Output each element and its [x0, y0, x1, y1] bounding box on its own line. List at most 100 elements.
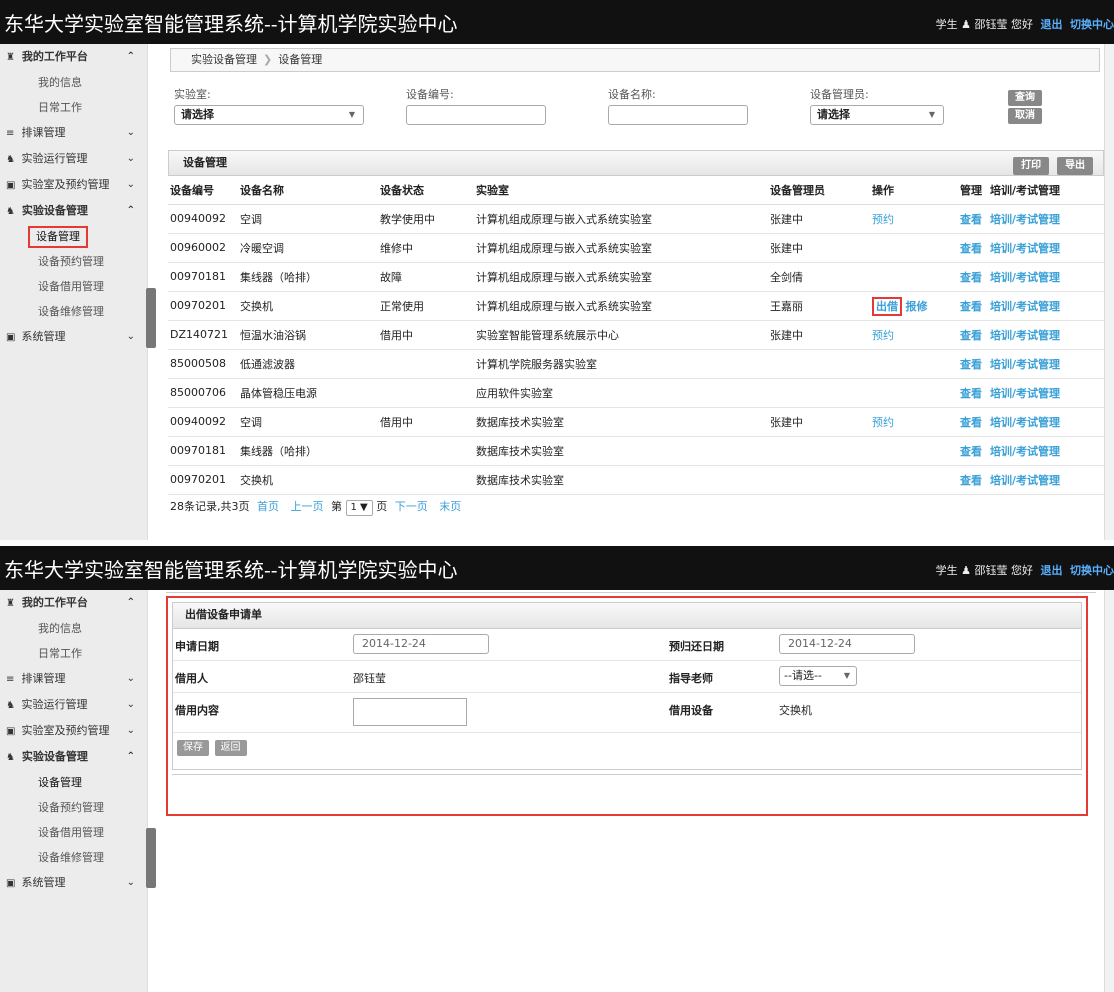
cell-manage: 查看 — [958, 465, 988, 495]
breadcrumb-item[interactable]: 实验设备管理 — [191, 53, 257, 66]
back-button[interactable]: 返回 — [214, 740, 247, 756]
query-button[interactable]: 查询 — [1008, 90, 1042, 106]
view-link[interactable]: 查看 — [960, 329, 982, 342]
code-input[interactable] — [406, 105, 546, 125]
content-textarea[interactable] — [353, 698, 467, 726]
cell-operation: 预约 — [870, 407, 958, 437]
training-link[interactable]: 培训/考试管理 — [990, 242, 1060, 255]
view-link[interactable]: 查看 — [960, 358, 982, 371]
sidebar-item-equipment-repair[interactable]: 设备维修管理 — [0, 299, 147, 324]
sidebar-collapse-handle[interactable] — [146, 828, 156, 888]
cell-admin — [768, 349, 870, 379]
sidebar-system[interactable]: ▣ 系统管理 ⌄ — [0, 870, 147, 896]
borrower-value: 邵钰莹 — [353, 672, 386, 685]
table-row: 00940092 空调 教学使用中 计算机组成原理与嵌入式系统实验室 张建中 预约 查看 培训… — [168, 204, 1104, 234]
sidebar-lab-booking[interactable]: ▣ 实验室及预约管理 ⌄ — [0, 718, 147, 744]
logout-link[interactable]: 退出 — [1041, 564, 1063, 577]
scrollbar[interactable] — [1104, 44, 1114, 540]
sidebar-schedule[interactable]: ≡ 排课管理 ⌄ — [0, 120, 147, 146]
last-page-link[interactable]: 末页 — [439, 500, 461, 513]
training-link[interactable]: 培训/考试管理 — [990, 358, 1060, 371]
borrow-form: 出借设备申请单 申请日期 2014-12-24 预归还日期 2014-12-24… — [172, 602, 1082, 770]
switch-center-link[interactable]: 切换中心 — [1070, 18, 1114, 31]
lend-link[interactable]: 出借 — [872, 296, 902, 316]
sidebar-schedule[interactable]: ≡ 排课管理 ⌄ — [0, 666, 147, 692]
save-button[interactable]: 保存 — [177, 740, 209, 756]
teacher-select[interactable]: --请选-- ▼ — [779, 666, 857, 686]
sidebar-item-my-info[interactable]: 我的信息 — [0, 616, 147, 641]
sidebar-workbench[interactable]: ♜ 我的工作平台 ⌃ — [0, 44, 147, 70]
view-link[interactable]: 查看 — [960, 387, 982, 400]
view-link[interactable]: 查看 — [960, 474, 982, 487]
sidebar-item-equipment-manage[interactable]: 设备管理 — [0, 770, 147, 795]
sidebar-equipment[interactable]: ♞ 实验设备管理 ⌃ — [0, 744, 147, 770]
equipment-icon: ♞ — [6, 206, 15, 217]
sidebar-workbench[interactable]: ♜ 我的工作平台 ⌃ — [0, 590, 147, 616]
training-link[interactable]: 培训/考试管理 — [990, 300, 1060, 313]
prev-page-link[interactable]: 上一页 — [291, 500, 324, 513]
logout-link[interactable]: 退出 — [1041, 18, 1063, 31]
view-link[interactable]: 查看 — [960, 300, 982, 313]
chevron-down-icon: ⌄ — [126, 331, 135, 342]
repair-link[interactable]: 报修 — [906, 300, 928, 313]
page-select[interactable]: 1 ▼ — [345, 499, 373, 516]
reserve-link[interactable]: 预约 — [872, 329, 894, 342]
sidebar-item-my-info[interactable]: 我的信息 — [0, 70, 147, 95]
training-link[interactable]: 培训/考试管理 — [990, 271, 1060, 284]
breadcrumb: 实验设备管理 ❯ 设备管理 — [170, 48, 1100, 72]
cell-code: 00970181 — [168, 436, 238, 466]
sidebar-lab-run[interactable]: ♞ 实验运行管理 ⌄ — [0, 146, 147, 172]
return-date-input[interactable]: 2014-12-24 — [779, 634, 915, 654]
cell-name: 空调 — [238, 407, 378, 437]
cell-lab: 数据库技术实验室 — [474, 407, 768, 437]
cancel-button[interactable]: 取消 — [1008, 108, 1042, 124]
admin-select[interactable]: 请选择 ▼ — [810, 105, 944, 125]
training-link[interactable]: 培训/考试管理 — [990, 474, 1060, 487]
next-page-link[interactable]: 下一页 — [395, 500, 428, 513]
sidebar-item-daily-work[interactable]: 日常工作 — [0, 641, 147, 666]
training-link[interactable]: 培训/考试管理 — [990, 329, 1060, 342]
view-link[interactable]: 查看 — [960, 271, 982, 284]
view-link[interactable]: 查看 — [960, 242, 982, 255]
sidebar-item-equipment-borrow[interactable]: 设备借用管理 — [0, 274, 147, 299]
cell-manage: 查看 — [958, 349, 988, 379]
view-link[interactable]: 查看 — [960, 416, 982, 429]
col-admin: 设备管理员 — [768, 176, 870, 205]
sidebar-item-equipment-repair[interactable]: 设备维修管理 — [0, 845, 147, 870]
sidebar-system[interactable]: ▣ 系统管理 ⌄ — [0, 324, 147, 350]
training-link[interactable]: 培训/考试管理 — [990, 213, 1060, 226]
sidebar-item-equipment-booking[interactable]: 设备预约管理 — [0, 795, 147, 820]
sidebar-equipment[interactable]: ♞ 实验设备管理 ⌃ — [0, 198, 147, 224]
table-row: 00940092 空调 借用中 数据库技术实验室 张建中 预约 查看 培训/考试管理 — [168, 407, 1104, 437]
cell-manage: 查看 — [958, 320, 988, 350]
cell-code: 00970181 — [168, 262, 238, 292]
training-link[interactable]: 培训/考试管理 — [990, 445, 1060, 458]
scrollbar[interactable] — [1104, 590, 1114, 992]
print-button[interactable]: 打印 — [1013, 157, 1050, 175]
sidebar-item-daily-work[interactable]: 日常工作 — [0, 95, 147, 120]
sidebar-lab-booking[interactable]: ▣ 实验室及预约管理 ⌄ — [0, 172, 147, 198]
lab-select[interactable]: 请选择 ▼ — [174, 105, 364, 125]
cell-code: 00970201 — [168, 465, 238, 495]
sidebar-collapse-handle[interactable] — [146, 288, 156, 348]
training-link[interactable]: 培训/考试管理 — [990, 416, 1060, 429]
first-page-link[interactable]: 首页 — [257, 500, 279, 513]
switch-center-link[interactable]: 切换中心 — [1070, 564, 1114, 577]
sidebar-item-equipment-borrow[interactable]: 设备借用管理 — [0, 820, 147, 845]
name-input[interactable] — [608, 105, 748, 125]
training-link[interactable]: 培训/考试管理 — [990, 387, 1060, 400]
reserve-link[interactable]: 预约 — [872, 213, 894, 226]
view-link[interactable]: 查看 — [960, 445, 982, 458]
view-link[interactable]: 查看 — [960, 213, 982, 226]
sidebar-lab-run[interactable]: ♞ 实验运行管理 ⌄ — [0, 692, 147, 718]
cell-name: 交换机 — [238, 465, 378, 495]
reserve-link[interactable]: 预约 — [872, 416, 894, 429]
apply-date-input[interactable]: 2014-12-24 — [353, 634, 489, 654]
sidebar-item-equipment-booking[interactable]: 设备预约管理 — [0, 249, 147, 274]
cell-lab: 计算机组成原理与嵌入式系统实验室 — [474, 233, 768, 263]
main-content: 实验设备管理 ❯ 设备管理 实验室: 请选择 ▼ 设备编号: 设备名称: 设备管理员:… — [156, 44, 1104, 540]
cell-code: 00960002 — [168, 233, 238, 263]
sidebar-item-equipment-manage[interactable]: 设备管理 — [0, 224, 147, 249]
export-button[interactable]: 导出 — [1057, 157, 1093, 175]
cell-training: 培训/考试管理 — [988, 407, 1104, 437]
